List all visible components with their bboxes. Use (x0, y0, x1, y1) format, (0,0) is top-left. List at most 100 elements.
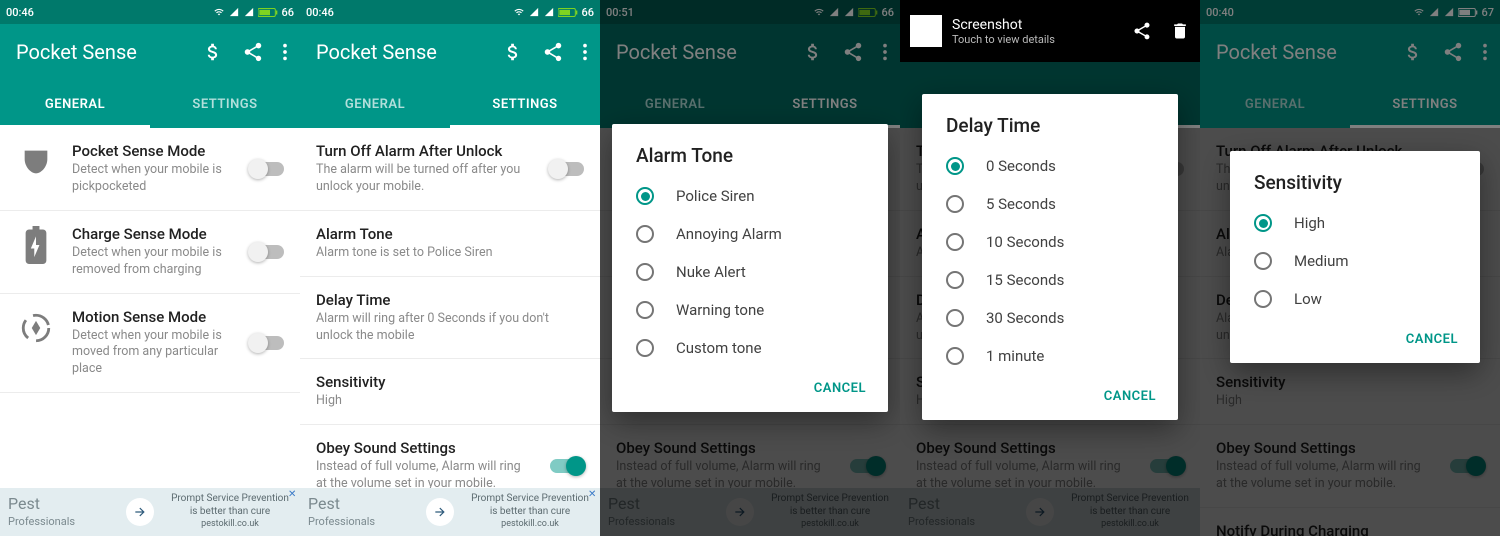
notif-title: Screenshot (952, 17, 1122, 33)
radio-icon (1254, 290, 1272, 308)
ad-close-icon[interactable]: ✕ (288, 490, 298, 500)
item-title: Motion Sense Mode (72, 308, 234, 326)
item-sub: The alarm will be turned off after you u… (316, 162, 534, 196)
list-item[interactable]: Turn Off Alarm After UnlockThe alarm wil… (300, 128, 600, 211)
radio-option[interactable]: 15 Seconds (922, 261, 1178, 299)
tab-general[interactable]: GENERAL (0, 80, 150, 128)
list-item[interactable]: Motion Sense Mode Detect when your mobil… (0, 294, 300, 394)
screen-settings: 00:46 66 Pocket Sense GENERAL SETTINGS T… (300, 0, 600, 536)
radio-icon (636, 187, 654, 205)
wifi-icon (513, 7, 525, 17)
share-icon[interactable] (242, 41, 264, 63)
tabs: GENERAL SETTINGS (0, 80, 300, 128)
screen-general: 00:46 66 Pocket Sense GENERAL SETTINGS (0, 0, 300, 536)
battery-icon (258, 7, 278, 18)
radio-option[interactable]: Warning tone (612, 291, 888, 329)
item-sub: Detect when your mobile is removed from … (72, 245, 234, 279)
tab-settings[interactable]: SETTINGS (150, 80, 300, 128)
dollar-icon[interactable] (502, 41, 524, 63)
toggle-switch[interactable] (250, 336, 284, 350)
ad-banner[interactable]: PestProfessionals Prompt Service Prevent… (0, 488, 300, 536)
radio-option[interactable]: 1 minute (922, 337, 1178, 375)
toggle-switch[interactable] (550, 459, 584, 473)
radio-option[interactable]: High (1230, 204, 1480, 242)
radio-label: Annoying Alarm (676, 225, 782, 243)
list-item[interactable]: Pocket Sense Mode Detect when your mobil… (0, 128, 300, 211)
app-bar: Pocket Sense (300, 24, 600, 80)
item-title: Sensitivity (316, 373, 584, 391)
share-icon[interactable] (542, 41, 564, 63)
radio-icon (1254, 252, 1272, 270)
alarm-tone-dialog: Alarm Tone Police Siren Annoying Alarm Nuk… (612, 124, 888, 412)
motion-icon (16, 308, 56, 348)
radio-label: 30 Seconds (986, 309, 1064, 327)
status-bar: 00:46 66 (0, 0, 300, 24)
status-time: 00:46 (306, 6, 334, 19)
list-item[interactable]: Alarm Tone Alarm tone is set to Police Si… (300, 211, 600, 277)
radio-option[interactable]: Nuke Alert (612, 253, 888, 291)
cancel-button[interactable]: CANCEL (1396, 324, 1468, 355)
radio-option[interactable]: 10 Seconds (922, 223, 1178, 261)
ad-banner[interactable]: PestProfessionals Prompt Service Prevent… (300, 488, 600, 536)
settings-list: Turn Off Alarm After UnlockThe alarm wil… (300, 128, 600, 488)
toggle-switch[interactable] (250, 245, 284, 259)
tab-settings[interactable]: SETTINGS (450, 80, 600, 128)
cancel-button[interactable]: CANCEL (1094, 381, 1166, 412)
tab-general[interactable]: GENERAL (300, 80, 450, 128)
dollar-icon[interactable] (202, 41, 224, 63)
overflow-icon[interactable] (282, 41, 288, 63)
item-title: Alarm Tone (316, 225, 584, 243)
screenshot-notification[interactable]: Screenshot Touch to view details (900, 0, 1200, 62)
tabs: GENERAL SETTINGS (300, 80, 600, 128)
status-icons: 66 (513, 6, 594, 19)
list-item[interactable]: Sensitivity High (300, 359, 600, 425)
cancel-button[interactable]: CANCEL (804, 373, 876, 404)
status-bar: 00:46 66 (300, 0, 600, 24)
radio-icon (1254, 214, 1272, 232)
radio-label: Warning tone (676, 301, 764, 319)
toggle-switch[interactable] (550, 162, 584, 176)
radio-icon (946, 271, 964, 289)
notif-sub: Touch to view details (952, 33, 1122, 46)
radio-label: Custom tone (676, 339, 762, 357)
share-icon[interactable] (1132, 21, 1152, 41)
item-title: Obey Sound Settings (316, 439, 534, 457)
toggle-switch[interactable] (250, 162, 284, 176)
radio-icon (636, 225, 654, 243)
delay-time-dialog: Delay Time 0 Seconds5 Seconds10 Seconds1… (922, 94, 1178, 420)
radio-label: 1 minute (986, 347, 1044, 365)
list-item[interactable]: Obey Sound Settings Instead of full volum… (300, 425, 600, 488)
radio-icon (946, 157, 964, 175)
signal-icon (228, 7, 240, 17)
radio-icon (636, 263, 654, 281)
radio-option[interactable]: Police Siren (612, 177, 888, 215)
item-sub: Instead of full volume, Alarm will ring … (316, 459, 534, 488)
radio-option[interactable]: Annoying Alarm (612, 215, 888, 253)
item-sub: Alarm tone is set to Police Siren (316, 245, 584, 262)
ad-close-icon[interactable]: ✕ (588, 490, 598, 500)
radio-option[interactable]: 30 Seconds (922, 299, 1178, 337)
item-title: Charge Sense Mode (72, 225, 234, 243)
screen-sensitivity-dialog: 00:40 67 Pocket Sense GENERAL SETTINGS T… (1200, 0, 1500, 536)
radio-option[interactable]: Medium (1230, 242, 1480, 280)
overflow-icon[interactable] (582, 41, 588, 63)
dialog-title: Alarm Tone (612, 144, 888, 177)
wifi-icon (213, 7, 225, 17)
trash-icon[interactable] (1170, 21, 1190, 41)
radio-option[interactable]: 0 Seconds (922, 147, 1178, 185)
radio-option[interactable]: 5 Seconds (922, 185, 1178, 223)
dialog-title: Delay Time (922, 114, 1178, 147)
status-time: 00:46 (6, 6, 34, 19)
radio-option[interactable]: Low (1230, 280, 1480, 318)
radio-label: 0 Seconds (986, 157, 1056, 175)
radio-option[interactable]: Custom tone (612, 329, 888, 367)
list-item[interactable]: Charge Sense Mode Detect when your mobil… (0, 211, 300, 294)
radio-icon (636, 339, 654, 357)
general-list: Pocket Sense Mode Detect when your mobil… (0, 128, 300, 488)
radio-label: Medium (1294, 252, 1349, 270)
radio-icon (636, 301, 654, 319)
list-item[interactable]: Delay TimeAlarm will ring after 0 Second… (300, 277, 600, 360)
battery-icon (16, 225, 56, 265)
signal-icon (543, 7, 555, 17)
item-sub: High (316, 393, 584, 410)
